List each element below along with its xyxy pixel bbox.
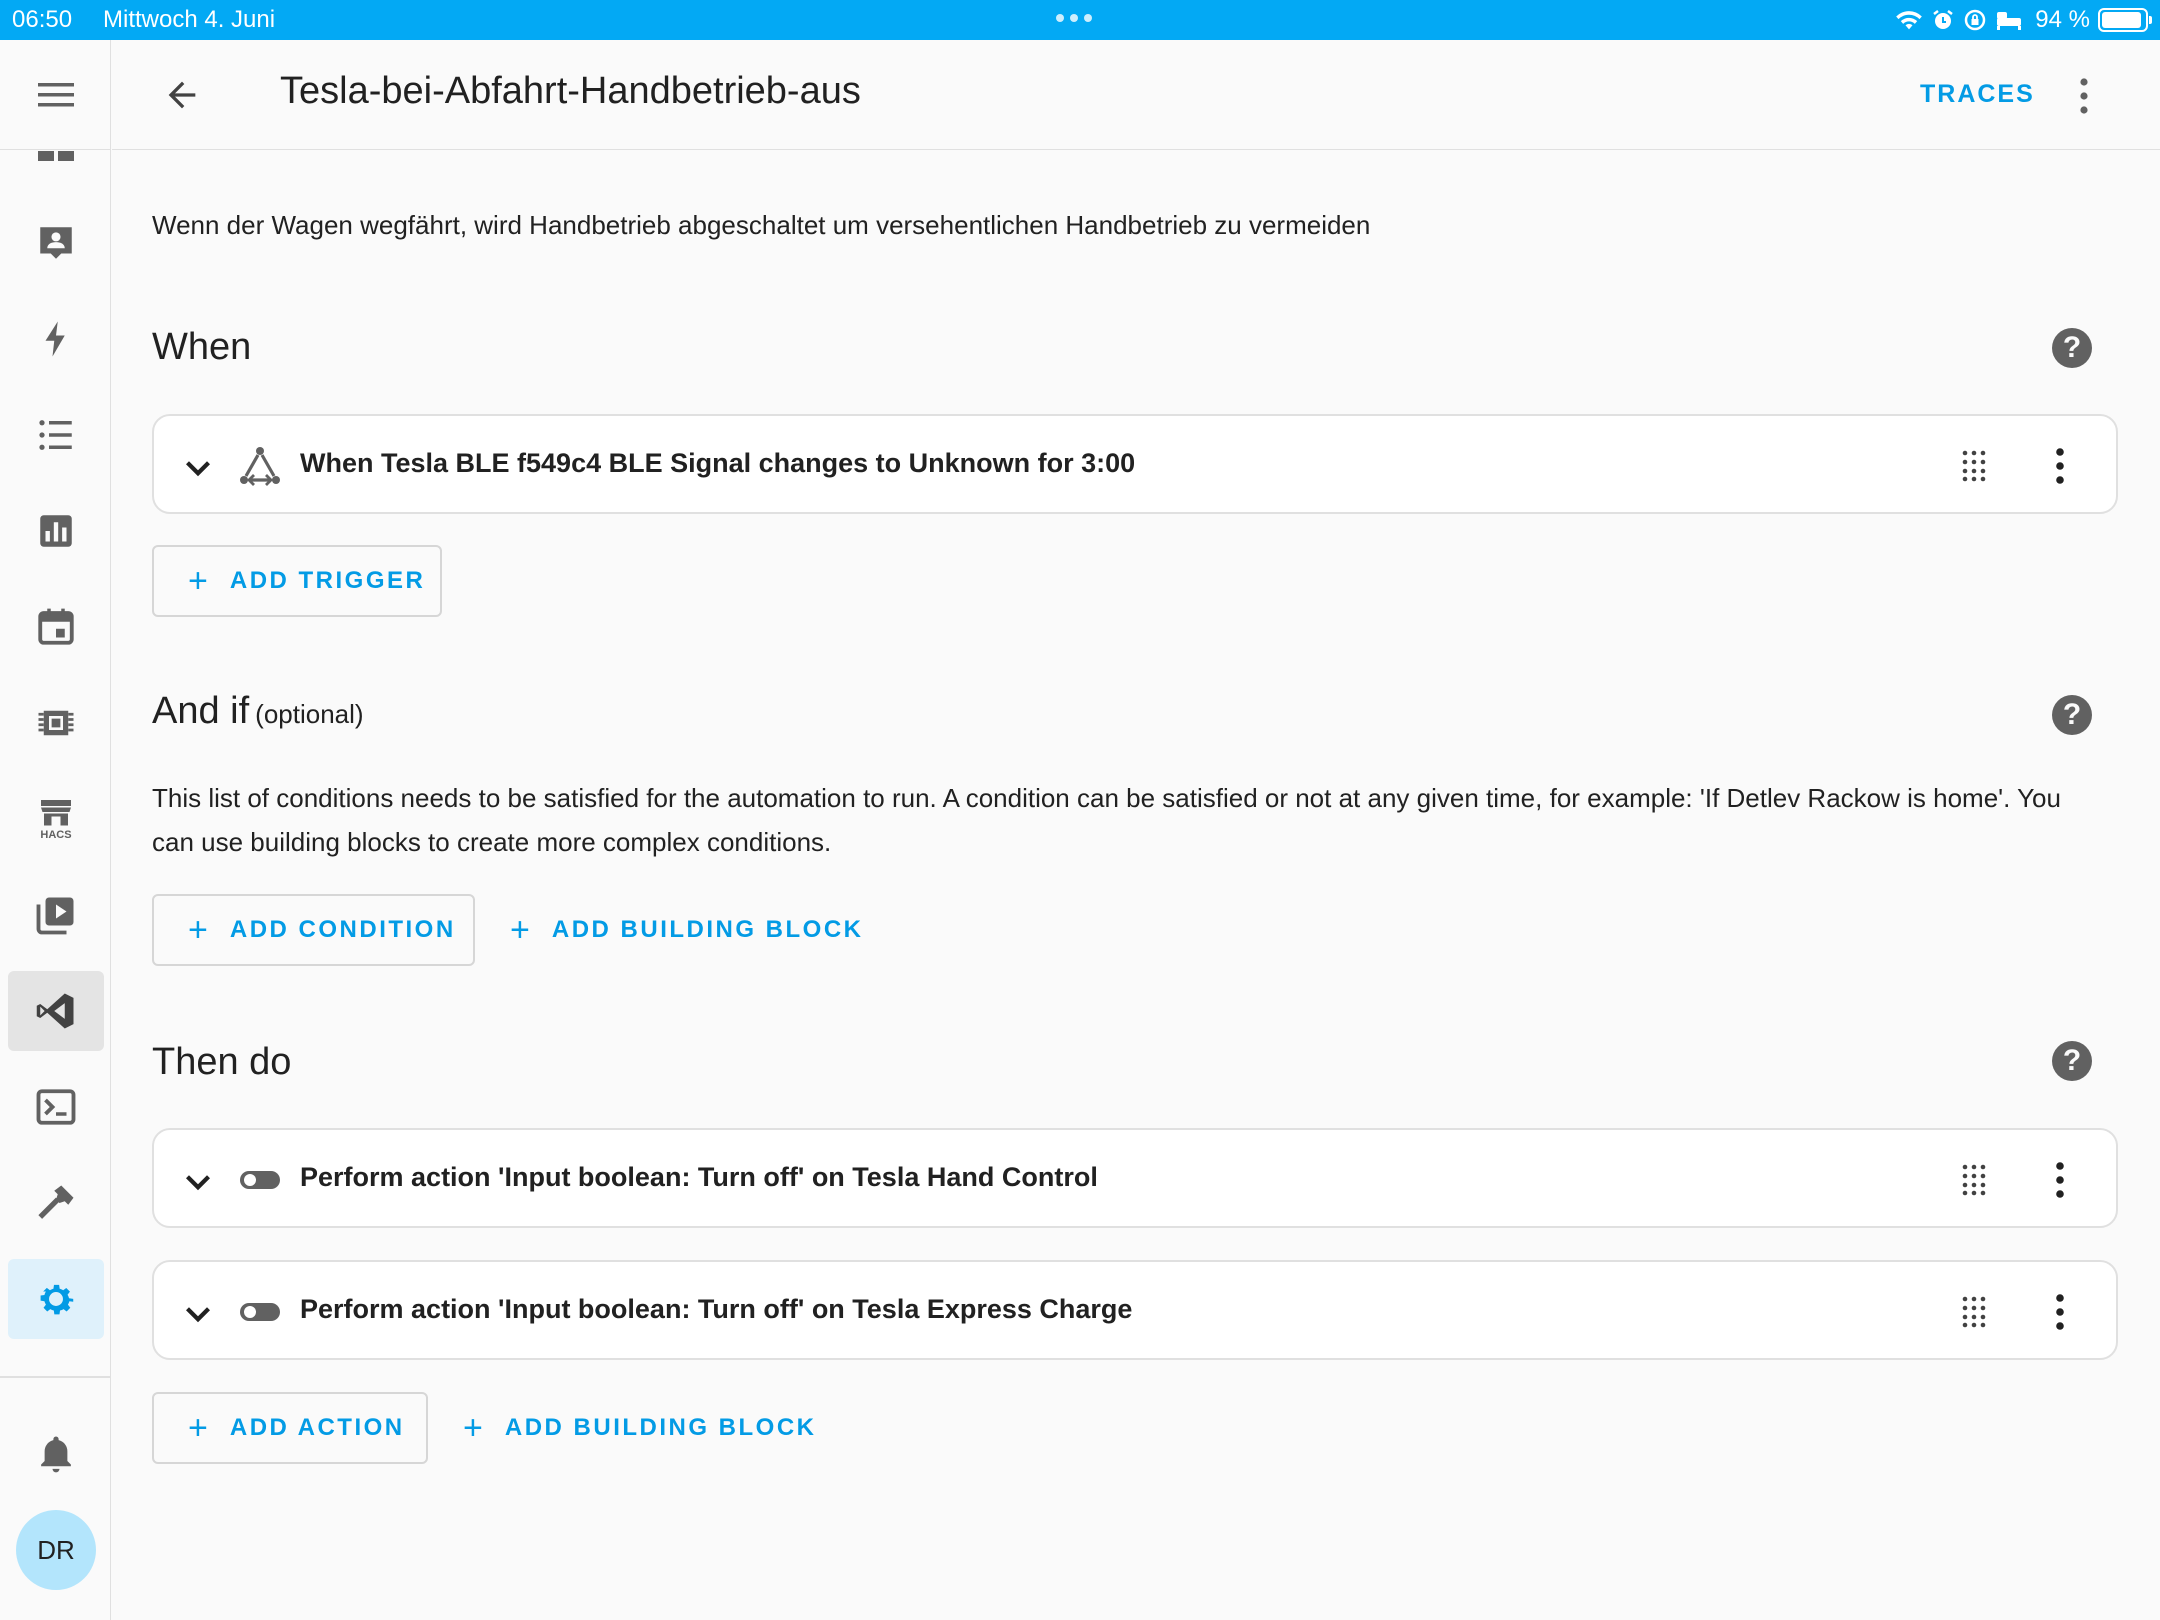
traces-button[interactable]: TRACES (1920, 80, 2035, 109)
action-card[interactable]: Perform action 'Input boolean: Turn off'… (152, 1128, 2118, 1228)
when-section-title: When (152, 326, 252, 368)
sidebar-item-hacs[interactable]: HACS (8, 779, 104, 859)
chevron-down-icon[interactable] (180, 450, 216, 486)
sidebar-item-overview[interactable] (8, 151, 104, 171)
sidebar-divider (0, 1376, 111, 1378)
help-icon: ? (2062, 331, 2082, 364)
vscode-icon (36, 993, 74, 1029)
arrow-left-icon (168, 81, 196, 109)
drag-handle-icon[interactable] (1962, 450, 1986, 482)
more-vertical-icon (2080, 78, 2088, 114)
sidebar-item-media[interactable] (8, 875, 104, 955)
more-vertical-icon[interactable] (2054, 446, 2066, 486)
sidebar-item-notifications[interactable] (8, 1414, 104, 1494)
status-bar: 06:50 Mittwoch 4. Juni 94 % (0, 0, 2160, 40)
developer-tools-icon (38, 1185, 74, 1219)
sidebar-item-studio-code-server[interactable] (8, 971, 104, 1051)
sidebar-item-settings[interactable] (8, 1259, 104, 1339)
sidebar-item-calendar[interactable] (8, 587, 104, 667)
add-action-building-block-button[interactable]: + ADD BUILDING BLOCK (463, 1392, 817, 1464)
back-button[interactable] (162, 75, 202, 115)
avatar-initials: DR (37, 1534, 75, 1565)
then-do-help-button[interactable]: ? (2052, 1041, 2092, 1081)
page-title: Tesla-bei-Abfahrt-Handbetrieb-aus (280, 70, 861, 112)
more-vertical-icon[interactable] (2054, 1160, 2066, 1200)
hacs-icon (41, 800, 71, 826)
state-trigger-icon (240, 447, 280, 486)
plus-icon: + (463, 1408, 483, 1447)
help-icon: ? (2062, 698, 2082, 731)
rotation-lock-icon (1965, 9, 1986, 31)
sidebar-item-logbook[interactable] (8, 395, 104, 475)
sidebar-item-esphome[interactable] (8, 683, 104, 763)
history-icon (40, 515, 72, 547)
plus-icon: + (510, 910, 530, 949)
calendar-icon (38, 608, 74, 645)
add-building-block-label: ADD BUILDING BLOCK (551, 916, 864, 943)
menu-icon (37, 82, 74, 106)
and-if-section-title: And if (optional) (152, 690, 364, 733)
system-icons: 94 % (1895, 4, 2152, 36)
plus-icon: + (188, 561, 208, 600)
toggle-icon (240, 1171, 280, 1189)
battery-percent: 94 % (2035, 6, 2090, 33)
top-app-bar: Tesla-bei-Abfahrt-Handbetrieb-aus TRACES (112, 40, 2160, 150)
optional-label: (optional) (255, 699, 364, 729)
menu-button[interactable] (0, 40, 111, 150)
action-label: Perform action 'Input boolean: Turn off'… (300, 1162, 1098, 1192)
chevron-down-icon[interactable] (180, 1164, 216, 1200)
add-trigger-label: ADD TRIGGER (229, 567, 426, 594)
list-icon (39, 420, 72, 450)
sidebar-item-developer-tools[interactable] (8, 1163, 104, 1243)
avatar[interactable]: DR (16, 1510, 96, 1590)
add-condition-button[interactable]: + ADD CONDITION (152, 894, 475, 966)
wifi-icon (1896, 11, 1923, 30)
add-action-label: ADD ACTION (229, 1414, 405, 1441)
and-if-title-text: And if (152, 690, 250, 732)
add-building-block-label: ADD BUILDING BLOCK (504, 1414, 817, 1441)
trigger-card[interactable]: When Tesla BLE f549c4 BLE Signal changes… (152, 414, 2118, 514)
sidebar-item-map[interactable] (8, 203, 104, 283)
sidebar-item-history[interactable] (8, 491, 104, 571)
multitasking-dots[interactable] (1056, 14, 1092, 22)
and-if-help-button[interactable]: ? (2052, 695, 2092, 735)
status-date: Mittwoch 4. Juni (103, 6, 276, 33)
sidebar-item-energy[interactable] (8, 299, 104, 379)
sleep-icon (1997, 12, 2022, 30)
battery-icon (2098, 8, 2152, 32)
action-card[interactable]: Perform action 'Input boolean: Turn off'… (152, 1260, 2118, 1360)
person-board-icon (40, 227, 72, 259)
automation-description: Wenn der Wagen wegfährt, wird Handbetrie… (152, 210, 1371, 240)
help-icon: ? (2062, 1044, 2082, 1077)
drag-handle-icon[interactable] (1962, 1164, 1986, 1196)
conditions-description: This list of conditions needs to be sati… (152, 783, 2061, 857)
action-label: Perform action 'Input boolean: Turn off'… (300, 1294, 1133, 1324)
dashboard-icon (38, 151, 74, 161)
plus-icon: + (188, 910, 208, 949)
sidebar: HACS DR (0, 40, 111, 1620)
bell-icon (41, 1436, 71, 1473)
settings-icon (40, 1284, 74, 1315)
energy-icon (45, 321, 65, 357)
status-time: 06:50 (12, 6, 73, 33)
add-condition-label: ADD CONDITION (229, 916, 456, 943)
trigger-label: When Tesla BLE f549c4 BLE Signal changes… (300, 448, 1136, 478)
add-action-button[interactable]: + ADD ACTION (152, 1392, 428, 1464)
toggle-icon (240, 1303, 280, 1321)
drag-handle-icon[interactable] (1962, 1296, 1986, 1328)
then-do-section-title: Then do (152, 1041, 292, 1083)
alarm-icon (1933, 10, 1954, 29)
media-icon (36, 897, 74, 935)
more-vertical-icon[interactable] (2054, 1292, 2066, 1332)
terminal-icon (36, 1089, 76, 1125)
overflow-menu-button[interactable] (2078, 76, 2090, 121)
hacs-badge: HACS (40, 829, 72, 841)
chevron-down-icon[interactable] (180, 1296, 216, 1332)
esphome-chip-icon (38, 710, 74, 736)
plus-icon: + (188, 1408, 208, 1447)
when-help-button[interactable]: ? (2052, 328, 2092, 368)
add-trigger-button[interactable]: + ADD TRIGGER (152, 545, 442, 617)
add-condition-building-block-button[interactable]: + ADD BUILDING BLOCK (510, 894, 864, 966)
sidebar-item-terminal[interactable] (8, 1067, 104, 1147)
